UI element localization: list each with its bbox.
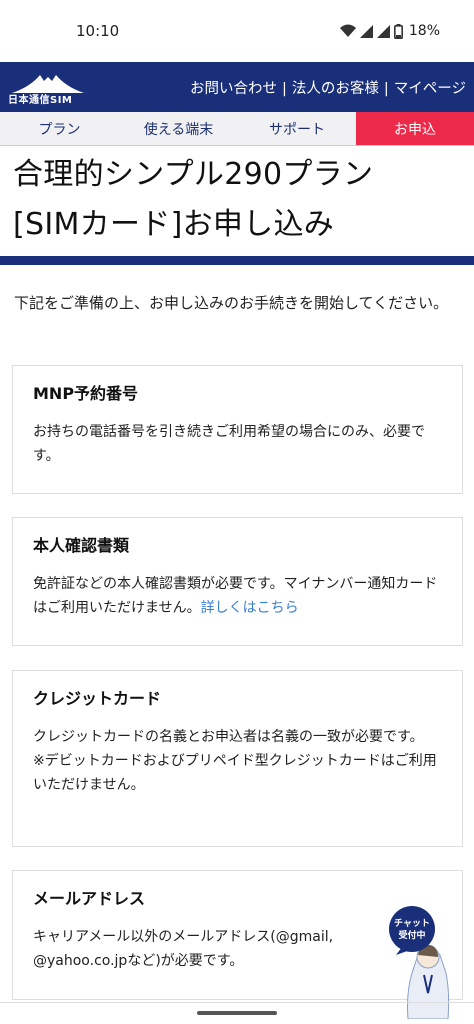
status-bar: 10:10 18% [0, 0, 474, 62]
card-title: メールアドレス [33, 889, 146, 908]
chat-label-line1: チャット [394, 918, 430, 929]
requirement-card-credit: クレジットカード クレジットカードの名義とお申込者は名義の一致が必要です。 ※デ… [12, 670, 463, 847]
requirement-card-mnp: MNP予約番号 お持ちの電話番号を引き続きご利用希望の場合にのみ、必要です。 [12, 365, 463, 494]
tab-apply[interactable]: お申込 [356, 112, 474, 145]
status-time: 10:10 [76, 22, 120, 40]
header-links: お問い合わせ | 法人のお客様 | マイページ [190, 77, 466, 98]
card-title: MNP予約番号 [33, 384, 139, 403]
gesture-handle[interactable] [197, 1011, 277, 1015]
business-link[interactable]: 法人のお客様 [292, 81, 379, 97]
nav-divider [0, 1002, 474, 1003]
card-title: クレジットカード [33, 689, 162, 708]
chat-label-line2: 受付中 [398, 929, 425, 941]
requirement-card-id: 本人確認書類 免許証などの本人確認書類が必要です。マイナンバー通知カードはご利用… [12, 517, 463, 646]
card-title: 本人確認書類 [33, 536, 130, 555]
details-link[interactable]: 詳しくはこちら [201, 600, 299, 616]
site-header: 日本通信SIM お問い合わせ | 法人のお客様 | マイページ [0, 62, 474, 112]
card-body: お持ちの電話番号を引き続きご利用希望の場合にのみ、必要です。 [33, 424, 425, 464]
card-body-text: クレジットカードの名義とお申込者は名義の一致が必要です。 [33, 729, 424, 745]
tab-plan[interactable]: プラン [0, 112, 119, 145]
card-note: ※デビットカードおよびプリペイド型クレジットカードはご利用いただけません。 [33, 753, 437, 793]
signal-icon [376, 24, 390, 38]
wifi-icon [339, 24, 356, 37]
card-body: 免許証などの本人確認書類が必要です。マイナンバー通知カードはご利用いただけません… [33, 572, 442, 620]
contact-link[interactable]: お問い合わせ [190, 81, 277, 97]
separator: | [282, 80, 287, 97]
intro-text: 下記をご準備の上、お申し込みのお手続きを開始してください。 [14, 294, 449, 312]
separator: | [383, 80, 389, 97]
page-title-line1: 合理的シンプル290プラン [13, 157, 374, 192]
page-title-line2: [SIMカード]お申し込み [13, 207, 335, 242]
battery-percent: 18% [408, 23, 440, 39]
page-title: 合理的シンプル290プラン [SIMカード]お申し込み [13, 150, 468, 250]
nav-tabs: プラン 使える端末 サポート お申込 [0, 112, 474, 146]
site-logo[interactable]: 日本通信SIM [6, 67, 90, 107]
title-divider [0, 256, 474, 265]
battery-icon [393, 23, 403, 39]
status-icons: 18% [339, 23, 440, 39]
signal-icon [359, 24, 373, 38]
tab-devices[interactable]: 使える端末 [119, 112, 238, 145]
tab-support[interactable]: サポート [238, 112, 356, 145]
card-body: キャリアメール以外のメールアドレス(@gmail, @yahoo.co.jpなど… [33, 929, 334, 969]
logo-text: 日本通信SIM [8, 95, 73, 106]
mypage-link[interactable]: マイページ [394, 81, 466, 97]
card-body: クレジットカードの名義とお申込者は名義の一致が必要です。 ※デビットカードおよび… [33, 725, 442, 797]
